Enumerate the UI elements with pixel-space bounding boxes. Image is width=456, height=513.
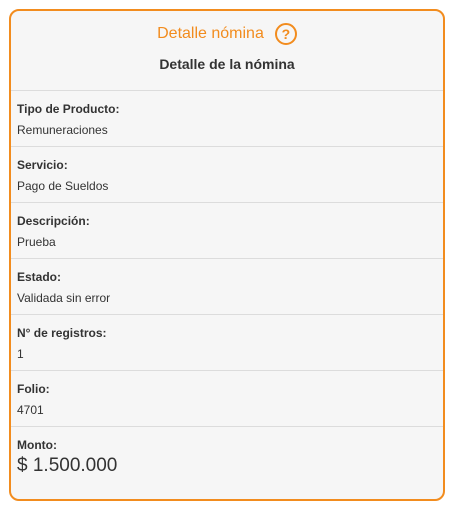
card-title: Detalle nómina <box>157 25 264 42</box>
field-product-type: Tipo de Producto: Remuneraciones <box>11 91 443 147</box>
title-row: Detalle nómina ? <box>11 23 443 45</box>
field-label: Folio: <box>17 382 50 396</box>
field-service: Servicio: Pago de Sueldos <box>11 147 443 203</box>
help-icon[interactable]: ? <box>274 23 297 45</box>
field-label: N° de registros: <box>17 326 107 340</box>
card-subtitle: Detalle de la nómina <box>159 56 295 72</box>
field-value-amount: $ 1.500.000 <box>17 455 118 476</box>
field-status: Estado: Validada sin error <box>11 259 443 315</box>
field-label: Descripción: <box>17 214 90 228</box>
field-record-count: N° de registros: 1 <box>11 315 443 371</box>
field-label: Servicio: <box>17 158 68 172</box>
field-label: Tipo de Producto: <box>17 102 120 116</box>
field-folio: Folio: 4701 <box>11 371 443 427</box>
field-amount: Monto: $ 1.500.000 <box>11 427 443 492</box>
field-value: 4701 <box>17 403 44 417</box>
field-label: Estado: <box>17 270 62 284</box>
field-value: Pago de Sueldos <box>17 179 109 193</box>
field-label: Monto: <box>17 438 57 452</box>
field-description: Descripción: Prueba <box>11 203 443 259</box>
field-value: 1 <box>17 347 24 361</box>
field-value: Validada sin error <box>17 291 111 305</box>
payroll-detail-card: Detalle nómina ? Detalle de la nómina Ti… <box>9 9 445 501</box>
card-header: Detalle nómina ? Detalle de la nómina <box>11 11 443 91</box>
field-value: Remuneraciones <box>17 123 108 137</box>
field-value: Prueba <box>17 235 56 249</box>
